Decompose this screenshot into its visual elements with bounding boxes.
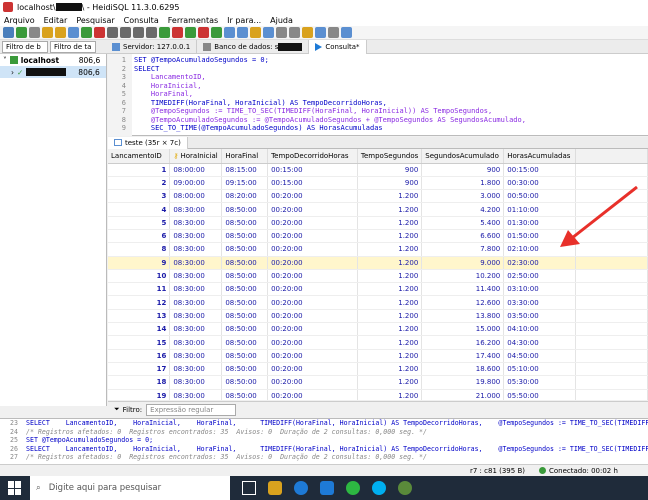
file-explorer-icon[interactable] [268, 481, 282, 495]
whatsapp-icon[interactable] [346, 481, 360, 495]
log-line-number: 27 [10, 453, 18, 462]
filter-label: Filtro: [122, 405, 143, 414]
log-line-number: 24 [10, 427, 18, 436]
log-line-text: /* Registros afetados: 0 Registros encon… [26, 427, 427, 436]
filter-regex-input[interactable]: Expressão regular [146, 403, 237, 416]
query-log: 23 SELECT LancamentoID, HoraInicial, Hora… [0, 418, 648, 464]
log-line-text: /* Registros afetados: 0 Registros encon… [26, 453, 427, 462]
log-line-text: SELECT LancamentoID, HoraInicial, HoraFi… [26, 444, 648, 453]
search-icon: ⌕ [36, 483, 41, 493]
connected-time: Conectado: 00:02 h [548, 466, 618, 475]
log-line-number: 23 [10, 419, 18, 427]
windows-start-icon[interactable] [8, 481, 22, 495]
log-line: 25 SET @TempoAcumuladoSegundos = 0; [0, 436, 648, 445]
cursor-position: r7 : c81 (395 B) [470, 466, 525, 475]
filter-bar: ⏷ Filtro: Expressão regular [108, 401, 648, 417]
heidisql-taskbar-icon[interactable] [398, 481, 412, 495]
log-line-text: SELECT LancamentoID, HoraInicial, HoraFi… [26, 419, 648, 427]
taskbar-search-box[interactable]: ⌕ Digite aqui para pesquisar [30, 476, 230, 500]
outlook-icon[interactable] [320, 481, 334, 495]
edge-icon[interactable] [294, 481, 308, 495]
status-bar: r7 : c81 (395 B) Conectado: 00:02 h [0, 464, 648, 476]
log-line: 26 SELECT LancamentoID, HoraInicial, Hora… [0, 445, 648, 454]
log-line: 24 /* Registros afetados: 0 Registros enc… [0, 428, 648, 437]
task-view-icon[interactable] [242, 481, 256, 495]
windows-taskbar: ⌕ Digite aqui para pesquisar [0, 476, 648, 500]
filter-icon: ⏷ [114, 405, 120, 413]
skype-icon[interactable] [372, 481, 386, 495]
log-line-text: SET @TempoAcumuladoSegundos = 0; [26, 436, 154, 445]
log-line: 23 SELECT LancamentoID, HoraInicial, Hora… [0, 419, 648, 428]
connected-icon [538, 467, 546, 474]
log-line: 27 /* Registros afetados: 0 Registros enc… [0, 453, 648, 462]
log-line-number: 26 [10, 444, 18, 453]
taskbar-search-placeholder: Digite aqui para pesquisar [48, 483, 162, 493]
log-line-number: 25 [10, 436, 18, 445]
